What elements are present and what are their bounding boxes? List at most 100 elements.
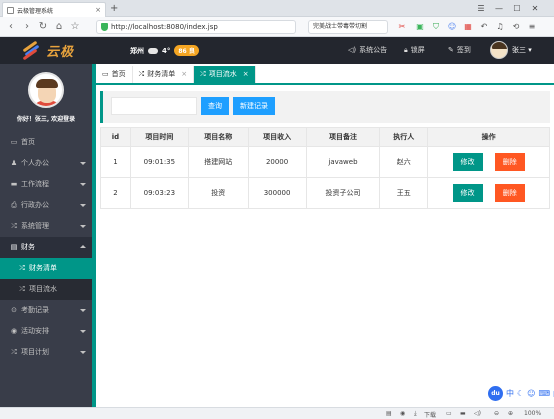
- user-menu[interactable]: 张三 ▾: [512, 45, 532, 55]
- scissors-icon[interactable]: ✂: [396, 21, 408, 33]
- du-logo-icon: du: [488, 386, 503, 401]
- home-button[interactable]: ⌂: [52, 20, 66, 34]
- column-header: 项目时间: [129, 127, 189, 147]
- sidebar-item-project-plan[interactable]: ⤮ 项目计划: [0, 342, 92, 363]
- history-icon[interactable]: ⟲: [510, 21, 522, 33]
- sidebar-item-admin[interactable]: ⎙ 行政办公: [0, 195, 92, 216]
- sidebar-subitem-project-flow[interactable]: ⤮ 项目流水: [0, 279, 92, 300]
- sidebar-subitem-finance-list[interactable]: ⤮ 财务清单: [0, 258, 92, 279]
- mute-icon[interactable]: ◁): [474, 410, 481, 417]
- signin-label: 签到: [456, 46, 471, 54]
- maximize-button[interactable]: ☐: [508, 4, 526, 13]
- user-avatar[interactable]: [490, 41, 508, 59]
- folder-icon[interactable]: ▬: [460, 410, 466, 417]
- download-label[interactable]: 下载: [424, 410, 436, 419]
- sidebar-item-attendance[interactable]: ⊙ 考勤记录: [0, 300, 92, 321]
- notice-link[interactable]: ◁) 系统公告: [348, 45, 387, 55]
- window-icon[interactable]: ▭: [446, 410, 452, 417]
- menu-icon[interactable]: ☰: [472, 4, 490, 13]
- bookmark-icon[interactable]: ▤: [386, 410, 392, 417]
- chevron-down-icon: [80, 351, 86, 354]
- minimize-button[interactable]: —: [490, 4, 508, 13]
- card-icon: ▤: [10, 243, 18, 251]
- eye-icon[interactable]: ◉: [400, 410, 405, 417]
- monitor-icon: ▭: [10, 138, 18, 146]
- sidebar-profile: 你好！张三, 欢迎登录: [0, 64, 92, 132]
- table-header-row: id 项目时间 项目名称 项目收入 项目备注 执行人 操作: [100, 127, 550, 147]
- browser-status-bar: ▤ ◉ ⤓ 下载 ▭ ▬ ◁) ⊖ ⊕ 100%: [0, 407, 554, 419]
- cell-remark: javaweb: [305, 146, 381, 178]
- delete-button[interactable]: 删除: [494, 153, 525, 171]
- column-header: 项目收入: [247, 127, 307, 147]
- chevron-down-icon: [80, 183, 86, 186]
- forward-button[interactable]: ›: [20, 20, 34, 34]
- edit-button[interactable]: 修改: [452, 184, 483, 202]
- cell-name: 搭建网站: [187, 146, 249, 178]
- browser-tab[interactable]: 云极管理系统 ×: [2, 2, 106, 17]
- tab-finance-list[interactable]: ⤮ 财务清单 ×: [132, 66, 195, 83]
- column-header: 操作: [427, 127, 550, 147]
- shuffle-icon: ⤮: [19, 285, 25, 293]
- reload-button[interactable]: ↻: [36, 20, 50, 34]
- apps-grid-icon[interactable]: ▦: [462, 21, 474, 33]
- chevron-down-icon: [80, 162, 86, 165]
- zoom-out-icon[interactable]: ⊖: [494, 410, 499, 417]
- bookmark-star-icon[interactable]: ☆: [68, 20, 82, 34]
- sidebar-item-finance[interactable]: ▤ 财务: [0, 237, 92, 258]
- browser-tab-title: 云极管理系统: [17, 7, 54, 15]
- cell-income: 20000: [247, 146, 307, 178]
- download-icon[interactable]: ⤓: [414, 410, 417, 418]
- weather-widget: 郑州 4° 86 良: [130, 45, 199, 56]
- new-record-button[interactable]: 新建记录: [233, 97, 275, 115]
- delete-button[interactable]: 删除: [494, 184, 525, 202]
- browser-search-field[interactable]: 完美战士带毒带切割: [308, 20, 388, 34]
- address-bar[interactable]: http://localhost:8080/index.jsp: [96, 20, 296, 34]
- folder-icon: ▬: [10, 180, 18, 188]
- sidebar-item-personal[interactable]: ♟ 个人办公: [0, 153, 92, 174]
- sidebar-item-workflow[interactable]: ▬ 工作流程: [0, 174, 92, 195]
- query-button[interactable]: 查询: [201, 97, 229, 115]
- profile-avatar: [28, 72, 64, 108]
- tab-label: 财务清单: [147, 70, 176, 78]
- smile-icon: ☺: [527, 389, 536, 398]
- ime-floating-widget[interactable]: du 中 ☾ ☺ ⌨ ▦: [488, 386, 554, 401]
- undo-icon[interactable]: ↶: [478, 21, 490, 33]
- new-tab-button[interactable]: +: [110, 2, 118, 15]
- more-menu-icon[interactable]: ≡: [526, 21, 538, 33]
- sidebar-item-system[interactable]: ⤮ 系统管理: [0, 216, 92, 237]
- clock-icon: ⊙: [11, 306, 17, 314]
- back-button[interactable]: ‹: [4, 20, 18, 34]
- chevron-up-icon: [80, 245, 86, 248]
- close-window-button[interactable]: ✕: [526, 4, 544, 13]
- shield-extension-icon[interactable]: ⛉: [430, 21, 442, 33]
- speaker-icon: ◁): [348, 46, 357, 54]
- edit-button[interactable]: 修改: [452, 153, 483, 171]
- user-extension-icon[interactable]: ☺: [446, 21, 458, 33]
- close-tab-icon[interactable]: ×: [95, 6, 101, 14]
- weather-temp: 4°: [162, 46, 171, 55]
- extension-icon[interactable]: ▣: [414, 21, 426, 33]
- lock-screen-link[interactable]: 🔒︎ 锁屏: [404, 45, 425, 55]
- headset-icon[interactable]: ♫: [494, 21, 506, 33]
- weather-city: 郑州: [130, 46, 144, 55]
- app-header: 云极 郑州 4° 86 良 ◁) 系统公告 🔒︎ 锁屏 ✎ 签到 张三 ▾: [0, 37, 554, 64]
- signin-link[interactable]: ✎ 签到: [448, 45, 471, 55]
- close-tab-icon[interactable]: ×: [181, 66, 187, 83]
- tab-home[interactable]: ▭ 首页: [96, 66, 133, 83]
- tab-project-flow[interactable]: ⤮ 项目流水 ×: [194, 66, 256, 83]
- sidebar-item-home[interactable]: ▭ 首页: [0, 132, 92, 153]
- search-input[interactable]: [111, 97, 197, 115]
- sidebar-item-label: 个人办公: [21, 159, 49, 167]
- welcome-text: 你好！张三, 欢迎登录: [16, 116, 76, 123]
- tab-label: 项目流水: [208, 70, 237, 78]
- zoom-level[interactable]: 100%: [524, 410, 541, 417]
- zoom-in-icon[interactable]: ⊕: [508, 410, 513, 417]
- shuffle-icon: ⤮: [19, 264, 25, 272]
- close-tab-icon[interactable]: ×: [243, 66, 249, 83]
- aqi-badge: 86 良: [174, 45, 199, 56]
- sidebar-item-events[interactable]: ◉ 活动安排: [0, 321, 92, 342]
- globe-icon: ◉: [10, 327, 18, 335]
- cell-id: 1: [100, 146, 131, 178]
- ime-lang-label: 中: [506, 389, 514, 398]
- browser-toolbar: ‹ › ↻ ⌂ ☆ http://localhost:8080/index.js…: [0, 17, 554, 37]
